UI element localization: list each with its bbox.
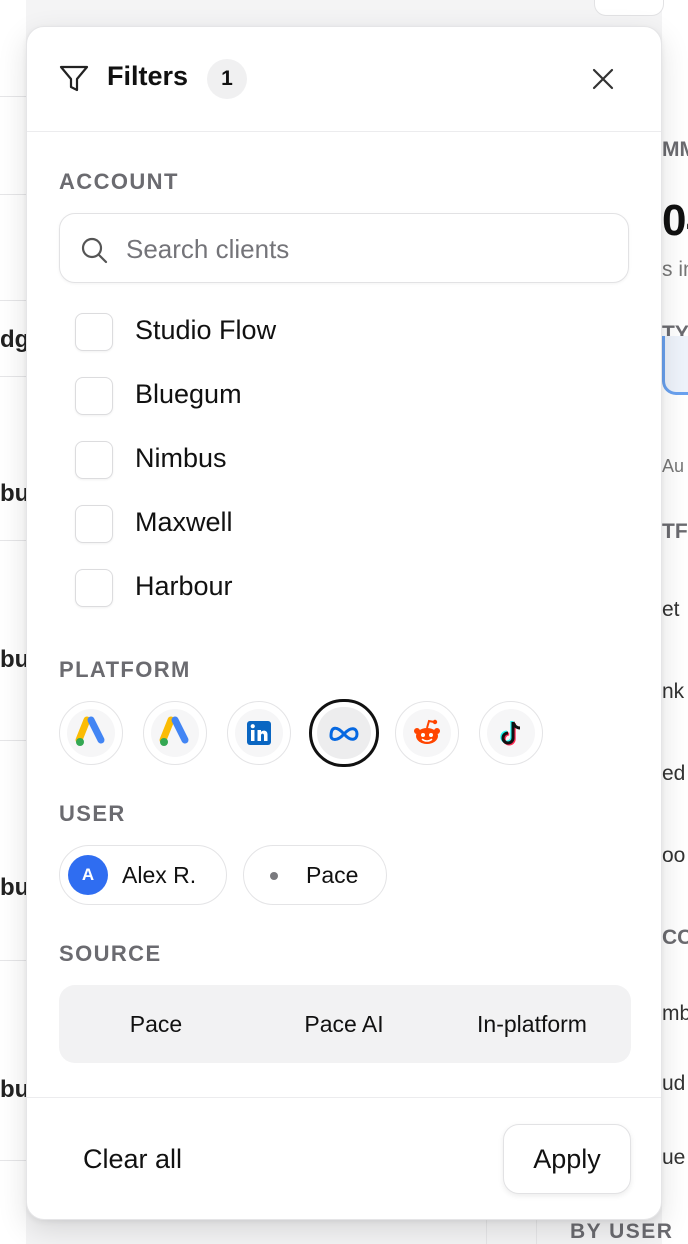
background-chart xyxy=(662,336,688,395)
close-icon[interactable] xyxy=(591,67,615,91)
background-text: bu xyxy=(0,1076,26,1103)
user-chip-alex[interactable]: A Alex R. xyxy=(59,845,227,905)
background-text: bu xyxy=(0,480,26,507)
background-text: mb xyxy=(662,1002,688,1025)
panel-title: Filters xyxy=(107,61,189,91)
background-text: ed xyxy=(662,762,686,785)
search-clients-input[interactable] xyxy=(124,228,618,270)
source-option-pace[interactable]: Pace xyxy=(61,985,251,1063)
active-filter-count-badge: 1 xyxy=(207,59,247,99)
client-label: Harbour xyxy=(135,571,233,601)
google-ads-icon xyxy=(159,716,189,746)
background-text: MM xyxy=(662,138,688,161)
client-option[interactable]: Nimbus xyxy=(75,439,595,487)
search-icon xyxy=(81,237,108,264)
background-section-heading: BY USER xyxy=(570,1220,674,1243)
background-text: oo xyxy=(662,844,686,867)
background-text: 04 xyxy=(662,196,688,245)
background-text: s in xyxy=(662,258,688,281)
background-text: Au xyxy=(662,456,685,476)
platform-option-tiktok[interactable] xyxy=(479,701,543,765)
platform-option-linkedin[interactable] xyxy=(227,701,291,765)
user-chip-label: Alex R. xyxy=(122,862,197,888)
user-section-label: USER xyxy=(59,801,126,826)
panel-header: Filters 1 xyxy=(27,27,661,132)
platform-option-google-ads[interactable] xyxy=(59,701,123,765)
platform-section-label: PLATFORM xyxy=(59,657,191,682)
filters-panel: Filters 1 ACCOUNT Studio Flow Bluegum Ni… xyxy=(26,26,662,1220)
apply-button[interactable]: Apply xyxy=(503,1124,631,1194)
client-label: Maxwell xyxy=(135,507,233,537)
background-text: et xyxy=(662,598,680,621)
client-checkbox[interactable] xyxy=(75,377,113,415)
google-ads-icon xyxy=(75,716,105,746)
client-label: Nimbus xyxy=(135,443,227,473)
source-section-label: SOURCE xyxy=(59,941,162,966)
reddit-icon xyxy=(414,719,440,744)
background-divider xyxy=(536,1220,537,1244)
panel-footer: Clear all Apply xyxy=(27,1097,661,1220)
background-text: bu xyxy=(0,646,26,673)
background-divider xyxy=(486,1220,487,1244)
user-chip-pace[interactable]: Pace xyxy=(243,845,387,905)
avatar: A xyxy=(68,855,108,895)
background-text: nk xyxy=(662,680,685,703)
clear-all-button[interactable]: Clear all xyxy=(83,1144,182,1175)
client-checkbox[interactable] xyxy=(75,313,113,351)
client-option[interactable]: Harbour xyxy=(75,567,595,615)
background-right-column xyxy=(662,0,688,1244)
meta-icon xyxy=(329,726,359,741)
background-text: dg xyxy=(0,326,26,353)
background-text: CC xyxy=(662,926,688,949)
source-option-pace-ai[interactable]: Pace AI xyxy=(249,985,439,1063)
platform-option-google-ads[interactable] xyxy=(143,701,207,765)
client-label: Studio Flow xyxy=(135,315,277,345)
client-label: Bluegum xyxy=(135,379,242,409)
tiktok-icon xyxy=(500,721,521,746)
funnel-icon xyxy=(59,65,89,92)
client-option[interactable]: Maxwell xyxy=(75,503,595,551)
client-checkbox[interactable] xyxy=(75,505,113,543)
platform-option-meta[interactable] xyxy=(309,699,379,767)
background-text: ud xyxy=(662,1072,686,1095)
background-text: TF xyxy=(662,520,688,543)
background-top-button xyxy=(594,0,664,16)
client-option[interactable]: Bluegum xyxy=(75,375,595,423)
platform-option-reddit[interactable] xyxy=(395,701,459,765)
background-left-column xyxy=(0,0,26,1244)
user-chip-label: Pace xyxy=(306,862,359,888)
linkedin-icon xyxy=(247,721,271,745)
client-checkbox[interactable] xyxy=(75,569,113,607)
source-option-in-platform[interactable]: In-platform xyxy=(437,985,627,1063)
source-segmented-control: Pace Pace AI In-platform xyxy=(59,985,631,1063)
client-option[interactable]: Studio Flow xyxy=(75,311,595,359)
client-checkbox[interactable] xyxy=(75,441,113,479)
background-text: bu xyxy=(0,874,26,901)
background-text: ue xyxy=(662,1146,686,1169)
client-search-box[interactable] xyxy=(59,213,629,283)
bullet-dot-icon xyxy=(270,872,278,880)
account-section-label: ACCOUNT xyxy=(59,169,179,194)
